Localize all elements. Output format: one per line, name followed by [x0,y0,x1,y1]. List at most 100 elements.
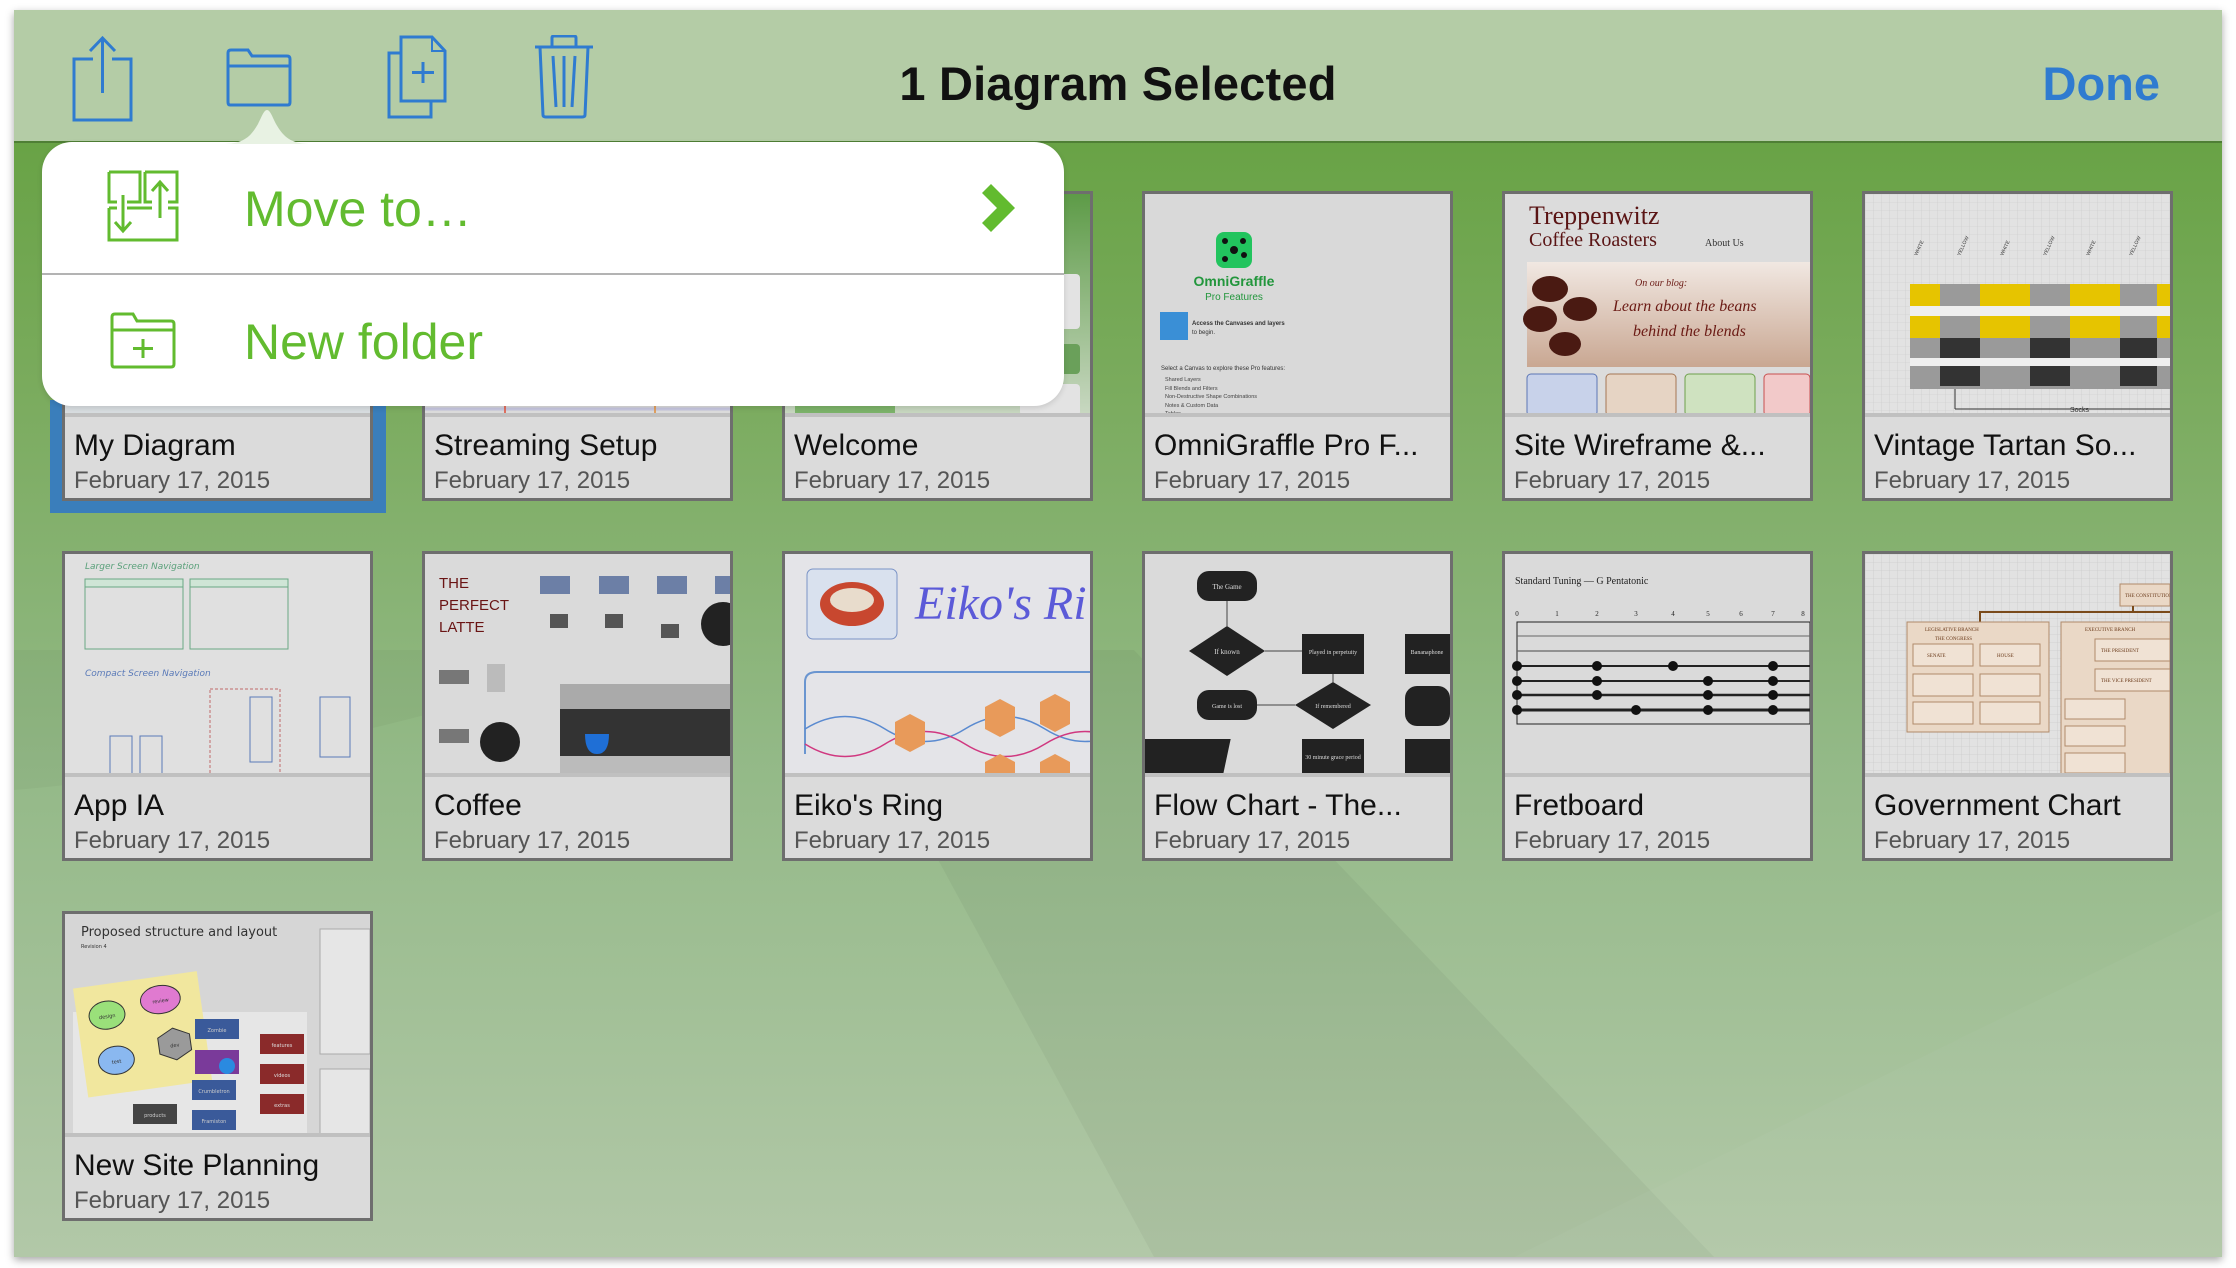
document-name: Eiko's Ring [794,789,944,822]
navigation-bar: 1 Diagram Selected Done [14,10,2222,143]
svg-text:to begin.: to begin. [1192,330,1215,336]
document-date: February 17, 2015 [434,467,631,494]
svg-text:4: 4 [1671,610,1675,618]
document-name: Government Chart [1874,789,2121,822]
document-label: Fretboard February 17, 2015 [1505,773,1810,858]
move-to-icon [107,170,179,242]
popover-pointer [222,110,312,144]
document-card[interactable]: OmniGraffle Pro Features Access the Canv… [1142,191,1453,501]
document-name: OmniGraffle Pro F... [1154,429,1419,462]
document-label: Eiko's Ring February 17, 2015 [785,773,1090,858]
document-label: Vintage Tartan So... February 17, 2015 [1865,413,2170,498]
svg-text:0: 0 [1515,610,1519,618]
document-card[interactable]: THE CONSTITUTION LEGISLATIVE BRANCH THE … [1862,551,2173,861]
svg-text:Non-Destructive Shape Combinat: Non-Destructive Shape Combinations [1165,394,1257,400]
document-date: February 17, 2015 [794,827,991,854]
document-card[interactable]: Socks WHITE YELLOW WHITE YELLOW WHITE YE… [1862,191,2173,501]
svg-text:Framiston: Framiston [202,1119,227,1125]
document-label: Welcome February 17, 2015 [785,413,1090,498]
document-name: Fretboard [1514,789,1645,822]
svg-text:Access the Canvases and layers: Access the Canvases and layers [1192,321,1285,327]
document-thumbnail: Proposed structure and layout Revision 4… [65,914,370,1136]
svg-text:Bananaphone: Bananaphone [1411,650,1444,656]
document-name: My Diagram [74,429,236,462]
document-label: Streaming Setup February 17, 2015 [425,413,730,498]
svg-text:Compact Screen Navigation: Compact Screen Navigation [85,669,211,679]
document-label: OmniGraffle Pro F... February 17, 2015 [1145,413,1450,498]
svg-text:Treppenwitz: Treppenwitz [1529,201,1659,230]
document-thumbnail: Eiko's Ri [785,554,1090,776]
svg-text:Played in perpetuity: Played in perpetuity [1309,650,1357,656]
document-label: Flow Chart - The... February 17, 2015 [1145,773,1450,858]
svg-text:HOUSE: HOUSE [1997,654,2014,659]
menu-item-new-folder[interactable]: New folder [42,275,1064,406]
svg-text:PERFECT: PERFECT [439,597,509,614]
document-date: February 17, 2015 [1514,827,1711,854]
document-card[interactable]: Treppenwitz Coffee Roasters About Us On … [1502,191,1813,501]
document-thumbnail: OmniGraffle Pro Features Access the Canv… [1145,194,1450,416]
document-date: February 17, 2015 [1874,467,2071,494]
document-date: February 17, 2015 [74,1187,271,1214]
svg-text:videos: videos [274,1073,291,1079]
svg-text:5: 5 [1706,610,1710,618]
svg-text:EXECUTIVE BRANCH: EXECUTIVE BRANCH [2085,628,2136,633]
svg-text:products: products [144,1113,166,1119]
document-name: Streaming Setup [434,429,658,462]
new-folder-icon [110,312,176,369]
menu-item-move-to[interactable]: Move to… [42,142,1064,273]
document-date: February 17, 2015 [794,467,991,494]
document-card[interactable]: THE PERFECT LATTE Coffee February 17, 20… [422,551,733,861]
svg-text:6: 6 [1739,610,1743,618]
document-card[interactable]: Proposed structure and layout Revision 4… [62,911,373,1221]
svg-text:dev: dev [170,1042,180,1049]
svg-text:THE VICE PRESIDENT: THE VICE PRESIDENT [2101,679,2152,684]
document-card[interactable]: The Game If known Played in perpetuity B… [1142,551,1453,861]
svg-text:Larger Screen Navigation: Larger Screen Navigation [85,562,200,572]
svg-text:1: 1 [1555,610,1559,618]
svg-text:THE CONGRESS: THE CONGRESS [1935,637,1972,642]
document-name: Site Wireframe &... [1514,429,1766,462]
svg-text:Standard Tuning — G Pentatonic: Standard Tuning — G Pentatonic [1515,576,1649,587]
document-date: February 17, 2015 [1514,467,1711,494]
svg-text:Zombie: Zombie [208,1028,227,1034]
svg-text:2: 2 [1595,610,1599,618]
document-name: App IA [74,789,165,822]
svg-text:Revision 4: Revision 4 [81,944,107,950]
svg-text:THE: THE [439,575,469,592]
document-date: February 17, 2015 [434,827,631,854]
document-name: Flow Chart - The... [1154,789,1402,822]
done-button[interactable]: Done [2043,56,2161,111]
document-date: February 17, 2015 [74,467,271,494]
document-thumbnail: Larger Screen Navigation Compact Screen … [65,554,370,776]
document-card[interactable]: Eiko's Ri Eiko's Ring February 17, 2015 [782,551,1093,861]
document-label: App IA February 17, 2015 [65,773,370,858]
document-card[interactable]: Standard Tuning — G Pentatonic 0 1 2 3 4… [1502,551,1813,861]
document-thumbnail: The Game If known Played in perpetuity B… [1145,554,1450,776]
document-name: Vintage Tartan So... [1874,429,2137,462]
svg-text:Select a Canvas to explore the: Select a Canvas to explore these Pro fea… [1161,366,1285,372]
document-thumbnail: Treppenwitz Coffee Roasters About Us On … [1505,194,1810,416]
document-name: New Site Planning [74,1149,320,1182]
svg-text:30 minute grace period: 30 minute grace period [1305,755,1360,761]
folder-actions-popover: Move to… New folder [42,142,1064,406]
svg-text:LEGISLATIVE BRANCH: LEGISLATIVE BRANCH [1925,628,1979,633]
svg-text:Proposed structure and layout: Proposed structure and layout [81,925,277,940]
svg-text:Game is lost: Game is lost [1212,704,1242,710]
svg-text:Crumbletron: Crumbletron [198,1089,229,1095]
svg-text:On our blog:: On our blog: [1635,278,1687,289]
svg-text:Notes & Custom Data: Notes & Custom Data [1165,403,1219,409]
document-date: February 17, 2015 [1874,827,2071,854]
new-folder-label: New folder [244,314,483,370]
document-name: Coffee [434,789,522,822]
svg-text:behind the blends: behind the blends [1633,323,1746,340]
document-thumbnail: Standard Tuning — G Pentatonic 0 1 2 3 4… [1505,554,1810,776]
document-thumbnail: THE CONSTITUTION LEGISLATIVE BRANCH THE … [1865,554,2170,776]
document-date: February 17, 2015 [1154,467,1351,494]
svg-text:THE PRESIDENT: THE PRESIDENT [2101,649,2139,654]
svg-text:features: features [272,1043,293,1049]
document-label: Site Wireframe &... February 17, 2015 [1505,413,1810,498]
svg-text:Eiko's Ri: Eiko's Ri [914,577,1087,630]
svg-text:Coffee Roasters: Coffee Roasters [1529,229,1657,251]
document-card[interactable]: Larger Screen Navigation Compact Screen … [62,551,373,861]
svg-text:If remembered: If remembered [1315,703,1350,710]
